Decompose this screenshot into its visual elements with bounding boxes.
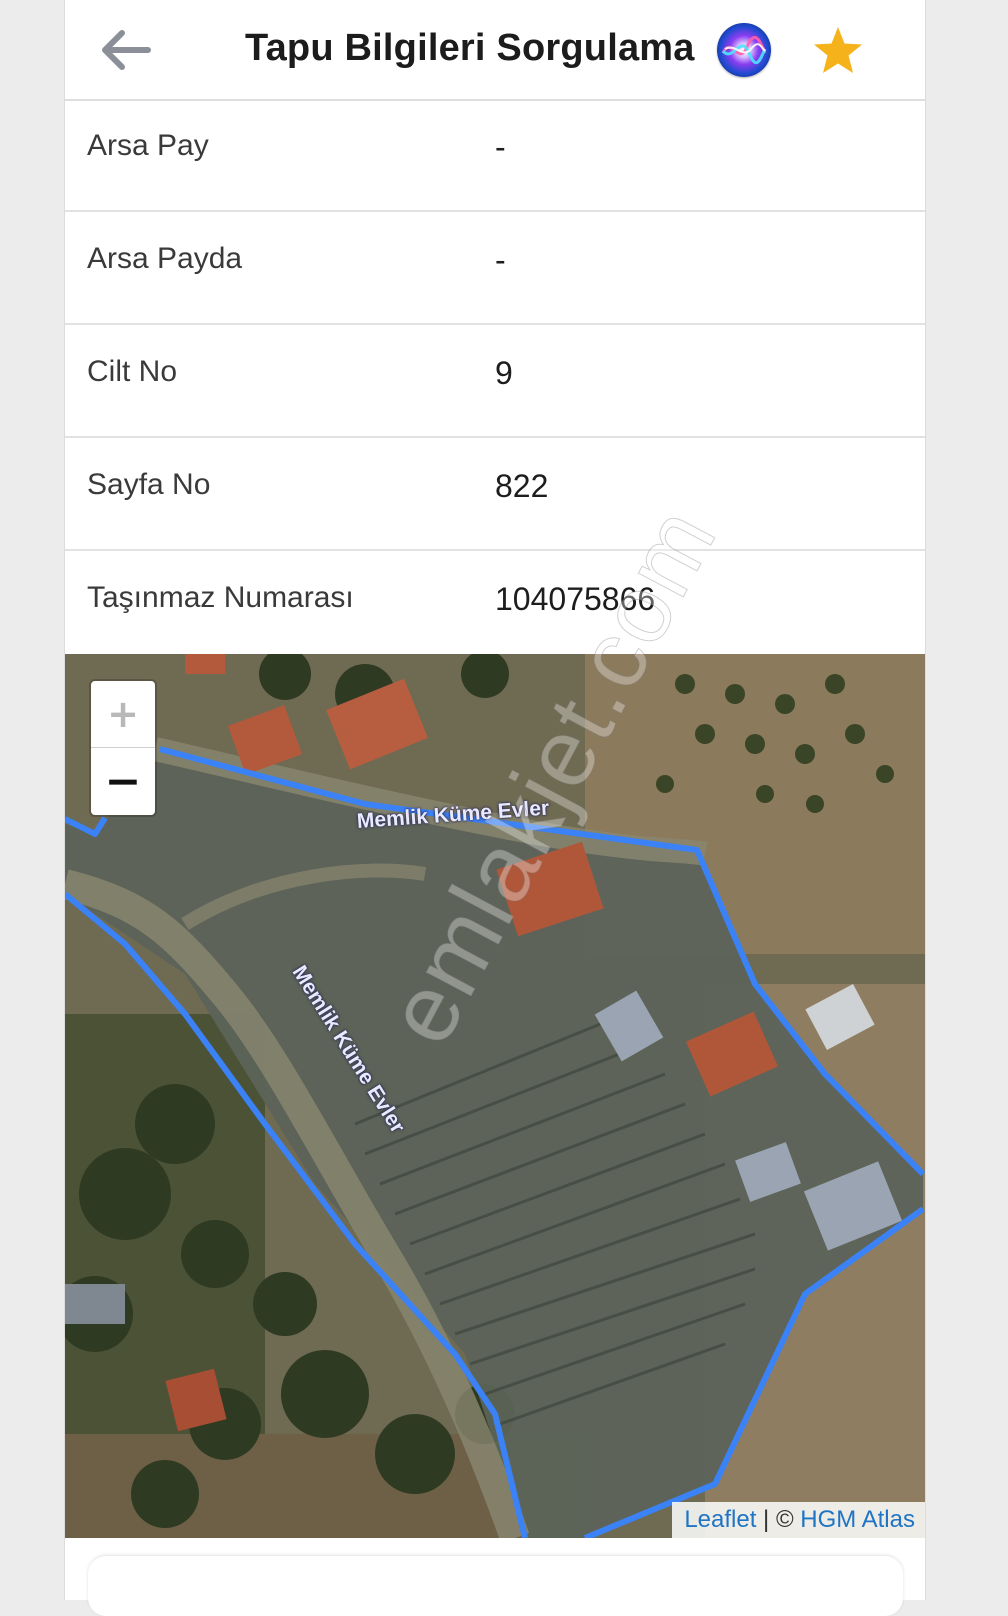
page-title: Tapu Bilgileri Sorgulama (245, 27, 695, 69)
row-label: Arsa Pay (87, 129, 209, 162)
table-row: Cilt No 9 (65, 325, 925, 438)
zoom-control: + − (91, 681, 155, 815)
bottom-card (88, 1556, 903, 1616)
hgm-atlas-link[interactable]: HGM Atlas (800, 1506, 915, 1533)
table-row: Arsa Pay - (65, 99, 925, 212)
row-label: Sayfa No (87, 468, 211, 501)
row-value: - (495, 242, 506, 278)
row-label: Taşınmaz Numarası (87, 581, 354, 614)
row-label: Cilt No (87, 355, 178, 388)
zoom-out-button[interactable]: − (91, 748, 155, 814)
table-row: Taşınmaz Numarası 104075866 (65, 551, 925, 662)
leaflet-link[interactable]: Leaflet (684, 1506, 756, 1533)
row-label: Arsa Payda (87, 242, 243, 275)
favorite-button[interactable] (811, 24, 865, 78)
map-attribution: Leaflet | © HGM Atlas (672, 1502, 925, 1538)
back-button[interactable] (95, 24, 155, 76)
star-icon (814, 27, 862, 73)
table-row: Sayfa No 822 (65, 438, 925, 551)
siri-icon[interactable] (717, 23, 771, 77)
attribution-separator: | © (756, 1506, 801, 1533)
content-card: Tapu Bilgileri Sorgulama Arsa Pay - Arsa… (64, 0, 926, 1600)
zoom-in-button[interactable]: + (91, 681, 155, 748)
app-header: Tapu Bilgileri Sorgulama (65, 0, 925, 101)
deed-info-table: Arsa Pay - Arsa Payda - Cilt No 9 Sayfa … (65, 99, 925, 662)
table-row: Arsa Payda - (65, 212, 925, 325)
row-value: 9 (495, 355, 513, 391)
arrow-left-icon (102, 30, 151, 70)
row-value: - (495, 129, 506, 165)
row-value: 822 (495, 468, 549, 504)
